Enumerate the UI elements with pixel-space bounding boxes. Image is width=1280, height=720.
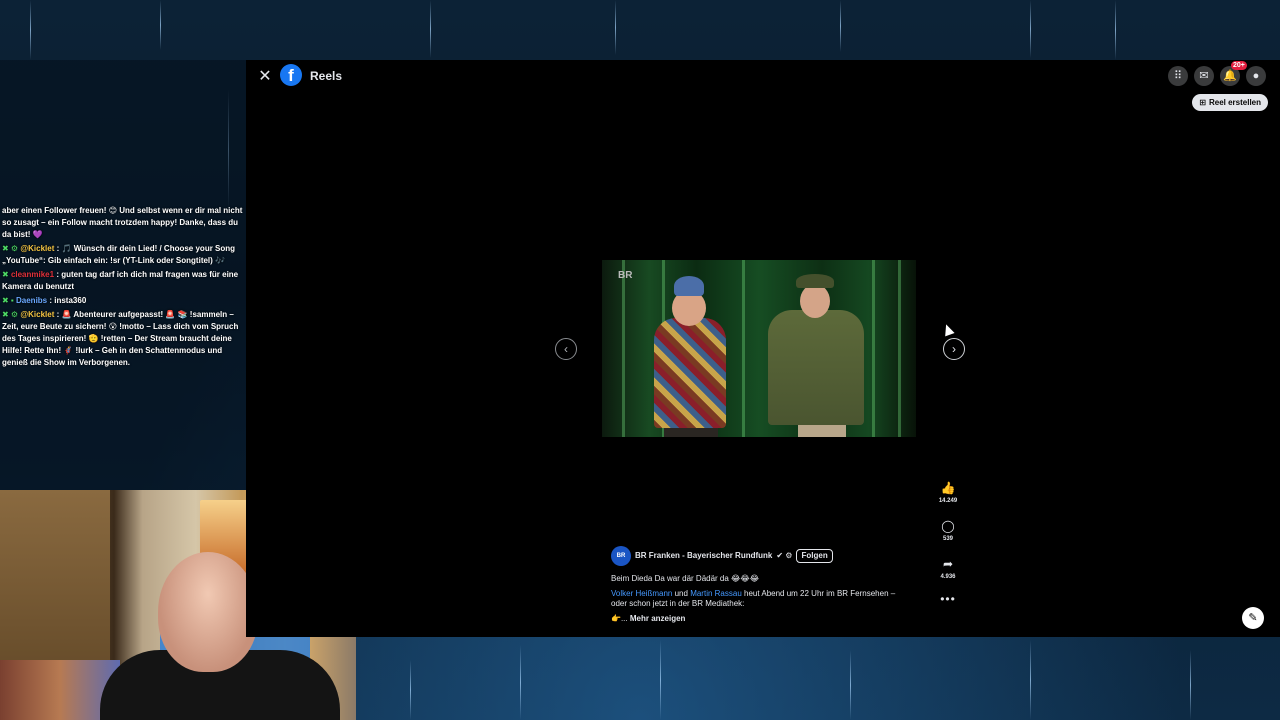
- facebook-reels-window: ✕ f Reels ⠿ ✉ 🔔 20+ ● ⊞ Reel erstellen BR…: [246, 60, 1280, 637]
- bell-icon[interactable]: 🔔 20+: [1220, 61, 1247, 86]
- reel-actions: 👍 14.249 ◯ 539 ➦ 4.936 •••: [936, 480, 960, 605]
- avatar-icon[interactable]: ●: [1246, 66, 1266, 86]
- caption-body: Volker Heißmann und Martin Rassau heut A…: [611, 589, 896, 608]
- video-curtain-stripe: [622, 260, 625, 437]
- video-person-left: [654, 318, 726, 428]
- close-icon[interactable]: ✕: [256, 68, 274, 86]
- mod-badge-icon: ✖: [2, 270, 9, 279]
- rain-streak: [1190, 650, 1191, 720]
- chevron-right-icon[interactable]: ›: [943, 338, 965, 360]
- tag-link[interactable]: Martin Rassau: [690, 589, 742, 598]
- rain-streak: [660, 640, 661, 720]
- share-icon[interactable]: ➦: [940, 556, 956, 572]
- video-person-left: [674, 276, 704, 296]
- follow-button[interactable]: Folgen: [796, 549, 833, 563]
- reel-create-button[interactable]: ⊞ Reel erstellen: [1192, 94, 1268, 111]
- mod-badge-icon: ✖ ⚙: [2, 244, 19, 253]
- chat-username: @Kicklet: [20, 310, 55, 319]
- mouse-cursor-icon: [941, 322, 955, 337]
- author-name[interactable]: BR Franken - Bayerischer Rundfunk: [635, 551, 772, 561]
- chat-message: ✖ ⚙ @Kicklet : 🎵 Wünsch dir dein Lied! /…: [2, 244, 236, 265]
- video-curtain-stripe: [898, 260, 901, 437]
- messenger-icon[interactable]: ✉: [1194, 66, 1214, 86]
- tag-link[interactable]: Volker Heißmann: [611, 589, 672, 598]
- video-watermark: BR: [618, 270, 633, 281]
- video-curtain-stripe: [742, 260, 745, 437]
- author-row: BR BR Franken - Bayerischer Rundfunk ✔ ⚙…: [611, 546, 911, 566]
- video-person-right: [768, 310, 864, 425]
- reel-caption: BR BR Franken - Bayerischer Rundfunk ✔ ⚙…: [611, 546, 911, 629]
- video-person-right: [796, 274, 834, 288]
- verified-icon: ✔ ⚙: [776, 551, 793, 560]
- chat-message: aber einen Follower freuen! 😊 Und selbst…: [2, 206, 243, 239]
- more-icon[interactable]: •••: [936, 593, 960, 605]
- chat-username: Daenibs: [16, 296, 48, 305]
- rain-streak: [160, 0, 161, 50]
- webcam-person-head: [158, 552, 258, 672]
- mod-badge-icon: ✖ ▪: [2, 296, 14, 305]
- mod-badge-icon: ✖ ⚙: [2, 310, 19, 319]
- notification-badge: 20+: [1231, 61, 1247, 70]
- comment-icon[interactable]: ◯: [940, 518, 956, 534]
- avatar[interactable]: BR: [611, 546, 631, 566]
- stream-chat: aber einen Follower freuen! 😊 Und selbst…: [0, 60, 246, 490]
- chat-message: ✖ cleanmike1 : guten tag darf ich dich m…: [2, 270, 239, 291]
- caption-title: Beim Dieda Da war där Dädär da 😂😂😂: [611, 574, 760, 583]
- grid-icon[interactable]: ⠿: [1168, 66, 1188, 86]
- thumbs-up-icon[interactable]: 👍: [940, 480, 956, 496]
- rain-streak: [850, 650, 851, 720]
- caption-more: 👉... Mehr anzeigen: [611, 614, 686, 623]
- rain-streak: [410, 660, 411, 720]
- rain-streak: [615, 0, 616, 55]
- rain-streak: [30, 0, 31, 60]
- rain-streak: [840, 0, 841, 52]
- video-curtain-stripe: [872, 260, 875, 437]
- page-title: Reels: [310, 69, 343, 83]
- show-more-link[interactable]: Mehr anzeigen: [630, 614, 686, 623]
- reel-create-icon: ⊞: [1199, 98, 1206, 107]
- chevron-left-icon[interactable]: ‹: [555, 338, 577, 360]
- share-count: 4.936: [940, 574, 956, 580]
- chat-username: @Kicklet: [20, 244, 55, 253]
- rain-streak: [430, 0, 431, 58]
- top-right-icons: ⠿ ✉ 🔔 20+ ●: [1168, 61, 1266, 86]
- video-person-right: [800, 284, 830, 318]
- edit-icon[interactable]: ✎: [1242, 607, 1264, 629]
- chat-message: ✖ ⚙ @Kicklet : 🚨 Abenteurer aufgepasst! …: [2, 310, 239, 367]
- chat-message: ✖ ▪ Daenibs : insta360: [2, 296, 87, 305]
- rain-streak: [1115, 0, 1116, 60]
- rain-streak: [1030, 640, 1031, 720]
- rain-streak: [1030, 0, 1031, 58]
- facebook-logo-icon[interactable]: f: [280, 64, 302, 86]
- rain-streak: [520, 645, 521, 720]
- like-count: 14.249: [938, 498, 958, 504]
- comment-count: 539: [942, 536, 953, 542]
- reel-video[interactable]: BR: [602, 260, 916, 437]
- chat-username: cleanmike1: [10, 270, 55, 279]
